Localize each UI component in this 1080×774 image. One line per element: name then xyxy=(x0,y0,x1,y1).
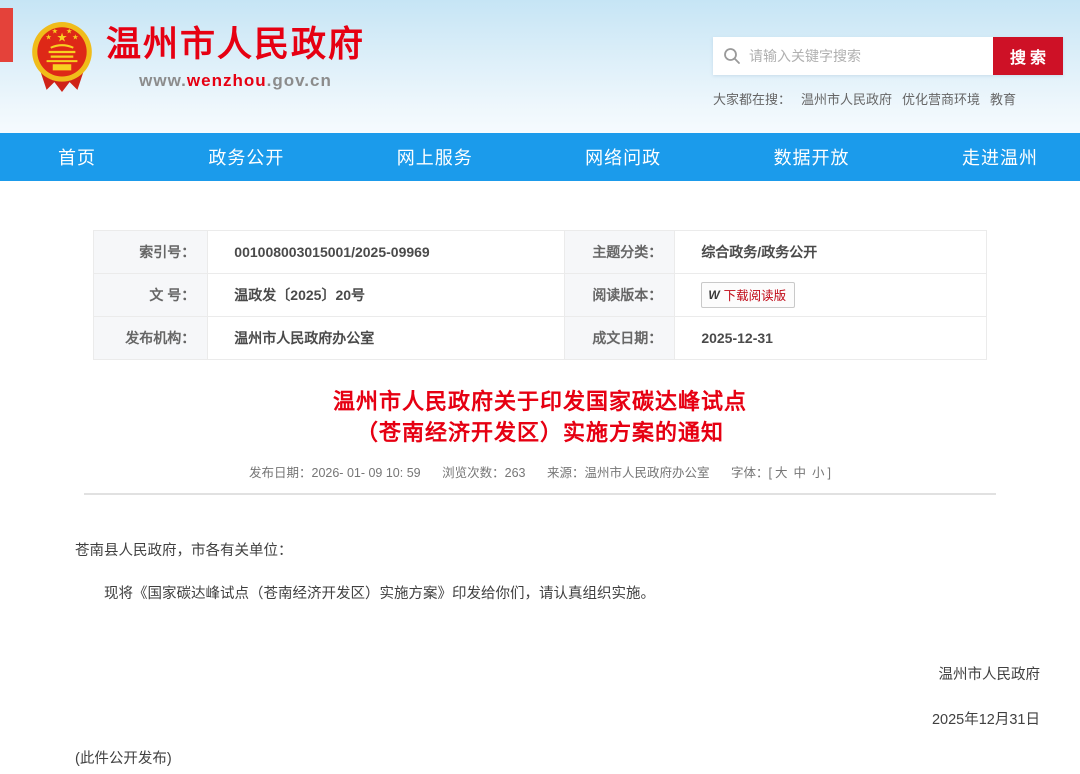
download-button-label: 下载阅读版 xyxy=(724,285,787,304)
hot-search: 大家都在搜： 温州市人民政府优化营商环境教育 xyxy=(713,89,1063,108)
site-url-suffix: .gov.cn xyxy=(267,71,332,90)
table-row: 文 号： 温政发〔2025〕20号 阅读版本： W 下载阅读版 xyxy=(94,274,987,317)
nav-item-public-inquiry[interactable]: 网络问政 xyxy=(585,144,661,170)
font-size-large[interactable]: 大 xyxy=(775,466,788,480)
site-url: www.wenzhou.gov.cn xyxy=(106,71,365,91)
nav-item-home[interactable]: 首页 xyxy=(58,144,96,170)
site-url-highlight: wenzhou xyxy=(187,71,267,90)
search-box[interactable] xyxy=(713,37,993,75)
hot-search-link-3[interactable]: 教育 xyxy=(990,92,1016,107)
hot-search-link-1[interactable]: 温州市人民政府 xyxy=(801,92,892,107)
national-emblem-logo: ★ ★ ★ ★ ★ xyxy=(30,20,94,94)
page-title: 温州市人民政府关于印发国家碳达峰试点 （苍南经济开发区）实施方案的通知 xyxy=(93,386,987,448)
meta-value-topic: 综合政务/政务公开 xyxy=(675,231,987,274)
hot-search-label: 大家都在搜： xyxy=(713,92,791,107)
brand-text: 温州市人民政府 www.wenzhou.gov.cn xyxy=(106,20,365,91)
font-size-small[interactable]: 小 xyxy=(812,466,825,480)
article-body: 苍南县人民政府，市各有关单位： 现将《国家碳达峰试点（苍南经济开发区）实施方案》… xyxy=(0,539,1080,774)
download-reading-version-button[interactable]: W 下载阅读版 xyxy=(701,282,795,308)
hot-search-link-2[interactable]: 优化营商环境 xyxy=(902,92,980,107)
signature-agency: 温州市人民政府 xyxy=(75,663,1040,684)
page-title-line-2: （苍南经济开发区）实施方案的通知 xyxy=(93,417,987,448)
font-size-medium[interactable]: 中 xyxy=(794,466,807,480)
body-paragraph: 现将《国家碳达峰试点（苍南经济开发区）实施方案》印发给你们，请认真组织实施。 xyxy=(75,582,1040,603)
table-row: 发布机构： 温州市人民政府办公室 成文日期： 2025-12-31 xyxy=(94,317,987,360)
site-title: 温州市人民政府 xyxy=(106,26,365,64)
meta-label-topic: 主题分类： xyxy=(565,231,675,274)
site-url-prefix: www. xyxy=(139,71,187,90)
meta-label-version: 阅读版本： xyxy=(565,274,675,317)
left-red-ribbon xyxy=(0,8,13,62)
meta-label-agency: 发布机构： xyxy=(94,317,208,360)
svg-text:★: ★ xyxy=(52,26,58,35)
search-button[interactable]: 搜索 xyxy=(993,37,1063,75)
article-info-line: 发布日期：2026- 01- 09 10: 59 浏览次数：263 来源：温州市… xyxy=(93,462,987,481)
meta-value-docno: 温政发〔2025〕20号 xyxy=(208,274,565,317)
meta-label-date: 成文日期： xyxy=(565,317,675,360)
source: 来源：温州市人民政府办公室 xyxy=(547,466,710,480)
nav-item-online-services[interactable]: 网上服务 xyxy=(397,144,473,170)
meta-label-index: 索引号： xyxy=(94,231,208,274)
publish-date: 发布日期：2026- 01- 09 10: 59 xyxy=(249,466,421,480)
document-page: 索引号： 001008003015001/2025-09969 主题分类： 综合… xyxy=(0,181,1080,774)
brand: ★ ★ ★ ★ ★ 温州市人民政府 www.wenzhou.gov.cn xyxy=(30,20,365,94)
svg-text:★: ★ xyxy=(72,33,78,42)
divider xyxy=(84,493,996,495)
signature-date: 2025年12月31日 xyxy=(75,708,1040,729)
page: ★ ★ ★ ★ ★ 温州市人民政府 www.wenzhou.gov.cn xyxy=(0,0,1080,774)
public-release-note: (此件公开发布) xyxy=(75,747,1040,768)
search-icon xyxy=(723,47,741,65)
search-input[interactable] xyxy=(749,48,983,64)
nav-item-gov-info[interactable]: 政务公开 xyxy=(208,144,284,170)
meta-value-version: W 下载阅读版 xyxy=(675,274,987,317)
salutation: 苍南县人民政府，市各有关单位： xyxy=(75,539,1040,560)
meta-value-date: 2025-12-31 xyxy=(675,317,987,360)
doc-meta-table: 索引号： 001008003015001/2025-09969 主题分类： 综合… xyxy=(93,230,987,360)
doc-meta-section: 索引号： 001008003015001/2025-09969 主题分类： 综合… xyxy=(0,181,1080,495)
font-size-switcher: 字体：[大中小] xyxy=(731,466,831,480)
page-title-line-1: 温州市人民政府关于印发国家碳达峰试点 xyxy=(93,386,987,417)
table-row: 索引号： 001008003015001/2025-09969 主题分类： 综合… xyxy=(94,231,987,274)
site-header: ★ ★ ★ ★ ★ 温州市人民政府 www.wenzhou.gov.cn xyxy=(0,0,1080,133)
nav-item-about-wenzhou[interactable]: 走进温州 xyxy=(962,144,1038,170)
view-count: 浏览次数：263 xyxy=(442,466,525,480)
word-doc-icon: W xyxy=(708,288,719,302)
meta-value-index: 001008003015001/2025-09969 xyxy=(208,231,565,274)
main-nav: 首页 政务公开 网上服务 网络问政 数据开放 走进温州 xyxy=(0,133,1080,181)
search-area: 搜索 大家都在搜： 温州市人民政府优化营商环境教育 xyxy=(713,37,1063,108)
nav-item-open-data[interactable]: 数据开放 xyxy=(774,144,850,170)
meta-label-docno: 文 号： xyxy=(94,274,208,317)
meta-value-agency: 温州市人民政府办公室 xyxy=(208,317,565,360)
